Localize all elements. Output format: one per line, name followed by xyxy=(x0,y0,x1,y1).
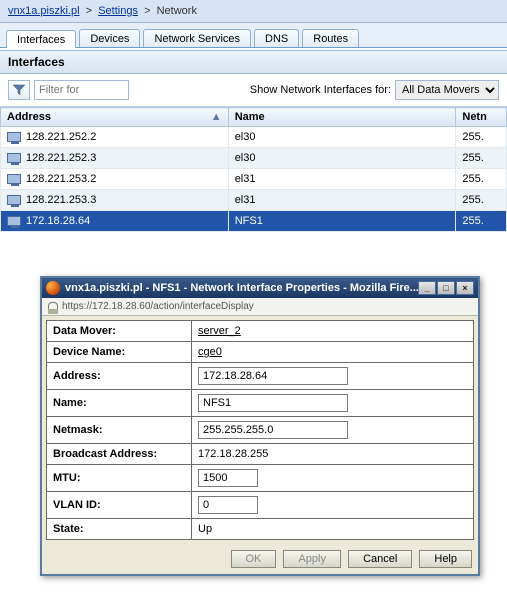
label-name: Name: xyxy=(47,390,192,417)
label-broadcast: Broadcast Address: xyxy=(47,444,192,465)
input-mtu[interactable] xyxy=(198,469,258,487)
tab-devices[interactable]: Devices xyxy=(79,29,140,47)
value-state: Up xyxy=(192,519,474,540)
modal-buttons: OK Apply Cancel Help xyxy=(42,544,478,574)
filter-row: Show Network Interfaces for: All Data Mo… xyxy=(0,74,507,107)
input-vlan[interactable] xyxy=(198,496,258,514)
value-data-mover[interactable]: server_2 xyxy=(198,325,241,337)
interfaces-table: Address▲ Name Netn 128.221.252.2el30255.… xyxy=(0,107,507,232)
interface-icon xyxy=(7,216,21,226)
modal-title-bar[interactable]: vnx1a.piszki.pl - NFS1 - Network Interfa… xyxy=(42,278,478,298)
interface-icon xyxy=(7,132,21,142)
value-device-name[interactable]: cge0 xyxy=(198,346,222,358)
cell-address: 128.221.253.2 xyxy=(26,173,96,185)
input-netmask[interactable] xyxy=(198,421,348,439)
tab-network-services[interactable]: Network Services xyxy=(143,29,251,47)
table-row[interactable]: 128.221.252.3 el30255. xyxy=(1,148,507,169)
maximize-button[interactable]: □ xyxy=(437,281,455,295)
minimize-button[interactable]: _ xyxy=(418,281,436,295)
label-vlan: VLAN ID: xyxy=(47,492,192,519)
cancel-button[interactable]: Cancel xyxy=(348,550,412,568)
filter-icon-button[interactable] xyxy=(8,80,30,100)
section-title: Interfaces xyxy=(0,50,507,74)
col-address[interactable]: Address▲ xyxy=(1,108,229,127)
url-bar: https://172.18.28.60/action/interfaceDis… xyxy=(42,298,478,316)
cell-name: el30 xyxy=(228,127,456,148)
breadcrumb-host[interactable]: vnx1a.piszki.pl xyxy=(8,5,80,17)
label-address: Address: xyxy=(47,363,192,390)
cell-netm: 255. xyxy=(456,190,507,211)
breadcrumb: vnx1a.piszki.pl > Settings > Network xyxy=(0,0,507,23)
ok-button[interactable]: OK xyxy=(231,550,277,568)
properties-table: Data Mover: server_2 Device Name: cge0 A… xyxy=(46,320,474,540)
tab-interfaces[interactable]: Interfaces xyxy=(6,30,76,48)
breadcrumb-settings[interactable]: Settings xyxy=(98,5,138,17)
lock-icon xyxy=(48,302,58,312)
filter-input[interactable] xyxy=(34,80,129,100)
table-row[interactable]: 128.221.253.3 el31255. xyxy=(1,190,507,211)
breadcrumb-current: Network xyxy=(157,5,197,17)
label-state: State: xyxy=(47,519,192,540)
interface-icon xyxy=(7,174,21,184)
help-button[interactable]: Help xyxy=(419,550,472,568)
url-text: https://172.18.28.60/action/interfaceDis… xyxy=(62,301,254,312)
label-data-mover: Data Mover: xyxy=(47,321,192,342)
input-name[interactable] xyxy=(198,394,348,412)
label-device-name: Device Name: xyxy=(47,342,192,363)
col-name[interactable]: Name xyxy=(228,108,456,127)
input-address[interactable] xyxy=(198,367,348,385)
properties-modal: vnx1a.piszki.pl - NFS1 - Network Interfa… xyxy=(40,276,480,576)
table-row[interactable]: 128.221.253.2 el31255. xyxy=(1,169,507,190)
filter-select[interactable]: All Data Movers xyxy=(395,80,499,100)
cell-name: el30 xyxy=(228,148,456,169)
cell-name: el31 xyxy=(228,190,456,211)
filter-label: Show Network Interfaces for: xyxy=(250,84,391,96)
cell-address: 172.18.28.64 xyxy=(26,215,90,227)
table-row[interactable]: 128.221.252.2 el30255. xyxy=(1,127,507,148)
close-button[interactable]: × xyxy=(456,281,474,295)
interface-icon xyxy=(7,153,21,163)
tab-routes[interactable]: Routes xyxy=(302,29,359,47)
cell-name: el31 xyxy=(228,169,456,190)
firefox-icon xyxy=(46,281,60,295)
cell-netm: 255. xyxy=(456,211,507,232)
value-broadcast: 172.18.28.255 xyxy=(192,444,474,465)
cell-address: 128.221.252.3 xyxy=(26,152,96,164)
tab-dns[interactable]: DNS xyxy=(254,29,299,47)
cell-netm: 255. xyxy=(456,127,507,148)
modal-title-text: vnx1a.piszki.pl - NFS1 - Network Interfa… xyxy=(65,282,418,294)
cell-address: 128.221.253.3 xyxy=(26,194,96,206)
cell-netm: 255. xyxy=(456,148,507,169)
interface-icon xyxy=(7,195,21,205)
col-netm[interactable]: Netn xyxy=(456,108,507,127)
cell-address: 128.221.252.2 xyxy=(26,131,96,143)
tab-bar: Interfaces Devices Network Services DNS … xyxy=(0,23,507,48)
table-row[interactable]: 172.18.28.64 NFS1255. xyxy=(1,211,507,232)
cell-name: NFS1 xyxy=(228,211,456,232)
funnel-icon xyxy=(13,84,25,96)
apply-button[interactable]: Apply xyxy=(283,550,341,568)
cell-netm: 255. xyxy=(456,169,507,190)
label-netmask: Netmask: xyxy=(47,417,192,444)
label-mtu: MTU: xyxy=(47,465,192,492)
